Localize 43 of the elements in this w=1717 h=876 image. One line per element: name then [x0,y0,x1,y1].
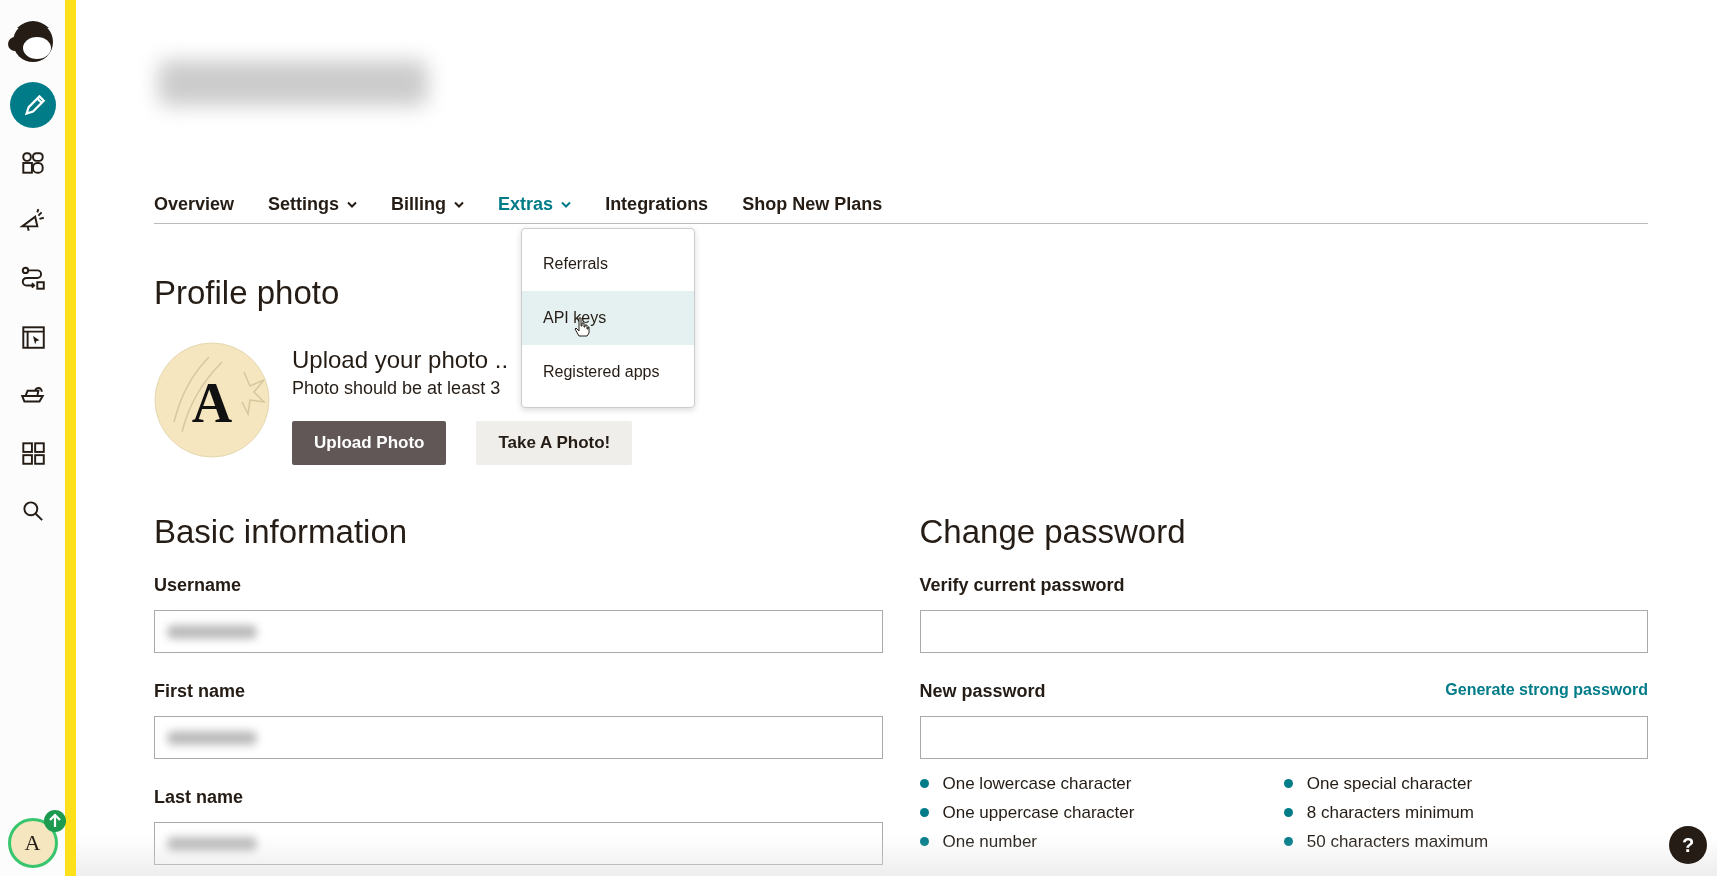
field-label: Username [154,575,242,596]
password-rule: 8 characters minimum [1306,802,1474,823]
input-field[interactable] [919,716,1648,759]
bullet-icon [919,837,929,846]
bullet-icon [1283,837,1293,846]
bullet-icon [1283,779,1293,788]
password-rule: One lowercase character [942,773,1132,794]
section-heading: Profile photo [154,274,341,312]
upload-title: Upload your photo .. [292,346,509,374]
menu-item[interactable]: API keys [522,291,694,345]
nav-tab[interactable]: Shop New Plans [742,194,883,215]
account-avatar[interactable]: A [7,818,58,868]
input-field[interactable] [154,716,883,759]
field-label: Verify current password [919,575,1125,596]
nav-tab[interactable]: Billing [391,194,465,215]
nav-tab[interactable]: Integrations [605,194,709,215]
bullet-icon [919,808,929,817]
profile-avatar: A [154,342,270,458]
section-heading: Basic information [154,513,409,551]
password-rule: 50 characters maximum [1306,831,1489,852]
section-heading: Change password [919,513,1187,551]
nav-tab[interactable]: Extras [498,194,572,215]
upload-photo-button[interactable]: Upload Photo [292,421,447,465]
menu-item[interactable]: Registered apps [522,345,694,399]
password-rule: One special character [1306,773,1473,794]
nav-tab[interactable]: Settings [268,194,358,215]
generate-password-link[interactable]: Generate strong password [1445,681,1648,702]
password-rule: One uppercase character [942,802,1135,823]
bullet-icon [1283,808,1293,817]
bullet-icon [919,779,929,788]
field-label: Last name [154,787,244,808]
take-photo-button[interactable]: Take A Photo! [476,421,633,465]
field-label: New password [919,681,1046,702]
field-label: First name [154,681,246,702]
password-rule: One number [942,831,1037,852]
input-field[interactable] [919,610,1648,653]
input-field[interactable] [154,610,883,653]
nav-item-highlight[interactable] [9,82,56,128]
input-field[interactable] [154,822,883,865]
help-button[interactable]: ? [1669,826,1707,864]
nav-tab[interactable]: Overview [154,194,235,215]
menu-item[interactable]: Referrals [522,237,694,291]
upload-hint: Photo should be at least 3 [292,378,502,399]
